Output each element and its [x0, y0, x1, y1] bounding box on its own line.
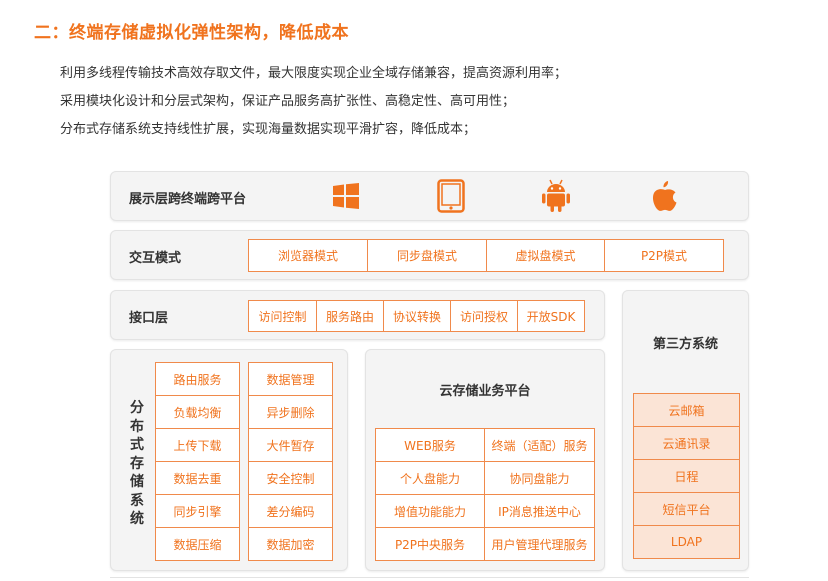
third-party-panel: 第三方系统 云邮箱 云通讯录 日程 短信平台 LDAP	[622, 290, 749, 571]
distributed-storage-label-char: 分	[130, 400, 144, 416]
third-party-item: LDAP	[633, 525, 740, 559]
interaction-item: 虚拟盘模式	[486, 239, 605, 272]
third-party-item: 短信平台	[633, 492, 740, 526]
cloud-platform-label: 云存储业务平台	[439, 384, 531, 399]
distributed-storage-panel: 分 布 式 存 储 系 统 路由服务 负载均衡 上传下载 数据去重 同步引擎 数…	[110, 349, 348, 571]
distributed-storage-label-char: 布	[130, 418, 144, 435]
cloud-item: WEB服务	[375, 428, 485, 462]
distributed-item: 数据管理	[248, 362, 333, 396]
distributed-item: 同步引擎	[155, 494, 240, 528]
distributed-item: 数据去重	[155, 461, 240, 495]
interface-item: 访问控制	[248, 300, 317, 332]
distributed-storage-label-char: 储	[130, 474, 144, 490]
interface-item: 服务路由	[316, 300, 384, 332]
desc-line-1: 利用多线程传输技术高效存取文件，最大限度实现企业全域存储兼容，提高资源利用率；	[60, 66, 568, 81]
desc-line-2: 采用模块化设计和分层式架构，保证产品服务高扩张性、高稳定性、高可用性；	[60, 94, 516, 109]
distributed-storage-label-char: 式	[130, 437, 144, 453]
interface-item: 协议转换	[383, 300, 451, 332]
interface-item: 访问授权	[450, 300, 518, 332]
distributed-storage-label-char: 系	[130, 492, 144, 509]
interaction-item: 浏览器模式	[248, 239, 368, 272]
tablet-icon	[437, 179, 465, 213]
desc-line-3: 分布式存储系统支持线性扩展，实现海量数据实现平滑扩容，降低成本；	[60, 122, 477, 137]
distributed-item: 路由服务	[155, 362, 240, 396]
distributed-item: 数据加密	[248, 527, 333, 561]
interface-item: 开放SDK	[517, 300, 585, 332]
cloud-item: P2P中央服务	[375, 527, 485, 561]
windows-icon	[333, 183, 359, 209]
distributed-storage-label-char: 存	[130, 455, 144, 472]
interaction-mode-panel: 交互模式 浏览器模式 同步盘模式 虚拟盘模式 P2P模式	[110, 230, 749, 280]
interface-layer-panel: 接口层 访问控制 服务路由 协议转换 访问授权 开放SDK	[110, 290, 605, 340]
cloud-item: IP消息推送中心	[484, 494, 595, 528]
distributed-item: 差分编码	[248, 494, 333, 528]
distributed-item: 上传下载	[155, 428, 240, 462]
display-layer-label: 展示层跨终端跨平台	[129, 192, 247, 207]
interaction-mode-label: 交互模式	[129, 251, 182, 266]
third-party-item: 日程	[633, 459, 740, 493]
apple-icon	[652, 181, 677, 211]
third-party-label: 第三方系统	[652, 337, 718, 352]
distributed-item: 安全控制	[248, 461, 333, 495]
interaction-item: P2P模式	[604, 239, 724, 272]
distributed-item: 异步删除	[248, 395, 333, 429]
third-party-item: 云邮箱	[633, 393, 740, 427]
distributed-item: 大件暂存	[248, 428, 333, 462]
interface-layer-label: 接口层	[129, 311, 169, 326]
distributed-storage-label-char: 统	[130, 511, 144, 527]
cloud-item: 终端（适配）服务	[484, 428, 595, 462]
display-layer-panel: 展示层跨终端跨平台	[110, 171, 749, 221]
distributed-item: 负载均衡	[155, 395, 240, 429]
section-heading: 二：终端存储虚拟化弹性架构，降低成本	[34, 23, 349, 43]
cloud-item: 个人盘能力	[375, 461, 485, 495]
bottom-divider	[110, 577, 749, 578]
third-party-item: 云通讯录	[633, 426, 740, 460]
cloud-platform-panel: 云存储业务平台 WEB服务 个人盘能力 增值功能能力 P2P中央服务 终端（适配…	[365, 349, 605, 571]
android-icon	[542, 179, 570, 212]
distributed-item: 数据压缩	[155, 527, 240, 561]
distributed-storage-label: 分 布 式 存 储 系 统	[129, 399, 145, 529]
cloud-item: 用户管理代理服务	[484, 527, 595, 561]
interaction-item: 同步盘模式	[367, 239, 487, 272]
cloud-item: 协同盘能力	[484, 461, 595, 495]
cloud-item: 增值功能能力	[375, 494, 485, 528]
